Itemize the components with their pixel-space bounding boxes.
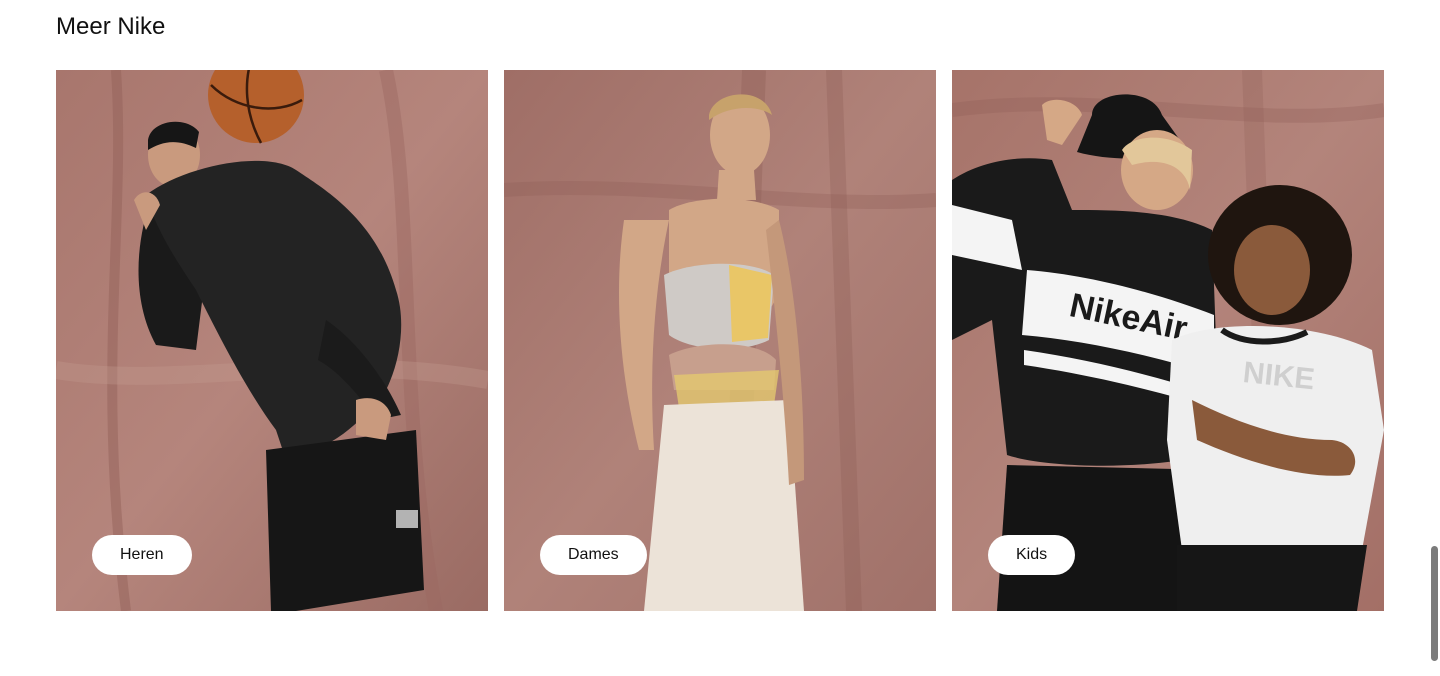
- dames-button[interactable]: Dames: [540, 535, 647, 575]
- category-card-kids[interactable]: NikeAir NIKE Kids: [952, 70, 1384, 611]
- heren-photo: [56, 70, 488, 611]
- page-scrollbar[interactable]: [1428, 0, 1440, 676]
- category-grid: Heren Dames NikeAir NIKE Kids: [56, 70, 1384, 611]
- section-title: Meer Nike: [56, 13, 166, 40]
- scrollbar-thumb[interactable]: [1431, 546, 1438, 661]
- kids-photo: NikeAir NIKE: [952, 70, 1384, 611]
- category-card-dames[interactable]: Dames: [504, 70, 936, 611]
- kids-button[interactable]: Kids: [988, 535, 1076, 575]
- heren-button[interactable]: Heren: [92, 535, 192, 575]
- category-card-heren[interactable]: Heren: [56, 70, 488, 611]
- dames-photo: [504, 70, 936, 611]
